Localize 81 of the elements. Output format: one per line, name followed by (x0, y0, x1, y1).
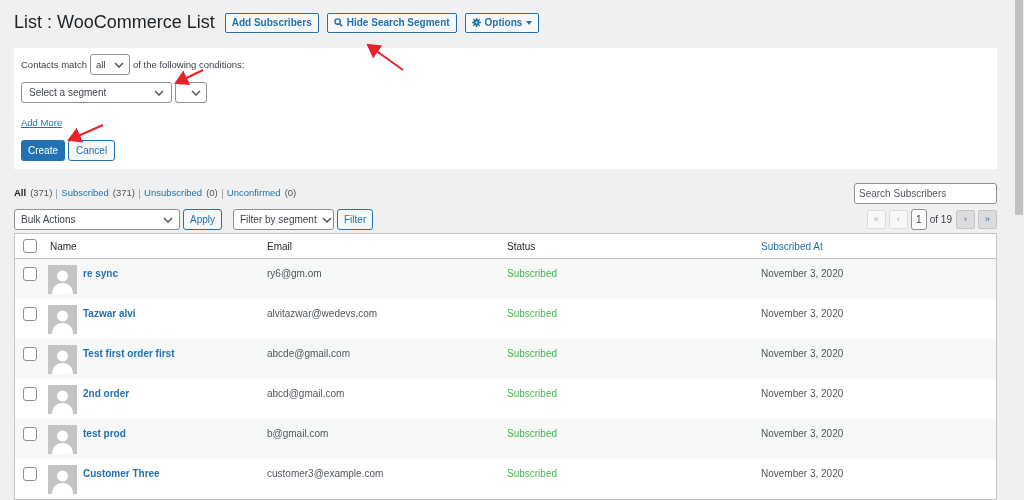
column-header: Status (507, 240, 536, 252)
segment-select[interactable]: Select a segment (21, 82, 172, 104)
apply-button[interactable]: Apply (183, 209, 222, 230)
annotation-arrow (174, 69, 204, 85)
email-cell-text: alvitazwar@wedevs.com (267, 307, 378, 321)
chevron-icon (191, 89, 201, 96)
date-cell-text: November 3, 2020 (760, 267, 844, 281)
search-icon (333, 18, 343, 28)
cancel-button[interactable]: Cancel (68, 139, 116, 161)
page-number-field[interactable]: 1 (910, 209, 927, 230)
email-cell-text: ry6@gm.om (267, 267, 322, 281)
checkbox[interactable] (23, 467, 37, 481)
date-cell-text: November 3, 2020 (760, 387, 844, 401)
checkbox[interactable] (23, 239, 37, 253)
view-count: (371) (30, 186, 53, 201)
search-field[interactable]: Search Subscribers (854, 183, 997, 204)
header-button[interactable]: Add Subscribers (224, 12, 319, 33)
gear-icon (471, 18, 481, 28)
email-cell-text: abcde@gmail.com (267, 347, 350, 361)
view-count: (371) (112, 186, 136, 201)
filter-button[interactable]: Filter (337, 209, 374, 230)
view-count: (0) (284, 186, 297, 201)
subscriber-name-link[interactable]: Customer Three (83, 466, 160, 481)
view-filter-link[interactable]: Unconfirmed (226, 186, 281, 201)
chevron-icon (163, 216, 173, 223)
column-header: Name (50, 239, 77, 254)
column-header[interactable]: Subscribed At (761, 240, 823, 252)
annotation-arrow (366, 43, 404, 71)
create-button[interactable]: Create (21, 139, 65, 161)
avatar-icon (48, 425, 77, 454)
status-cell-text: Subscribed (507, 427, 558, 441)
next-page-button[interactable]: › (956, 210, 975, 229)
avatar-icon (48, 265, 77, 294)
status-cell-text: Subscribed (507, 467, 558, 481)
view-count: (0) (206, 186, 218, 201)
subscriber-name-link[interactable]: re sync (83, 266, 119, 281)
bulk-actions-select[interactable]: Bulk Actions (14, 209, 180, 230)
annotation-arrow (67, 124, 104, 143)
conditions-label: of the following conditions: (133, 57, 245, 72)
caret-icon (526, 20, 533, 25)
view-filter-link[interactable]: Unsubscribed (144, 186, 203, 201)
checkbox[interactable] (23, 427, 37, 441)
view-filter-link[interactable]: All (14, 186, 27, 201)
last-page-button[interactable]: » (978, 210, 997, 229)
page-title: List : WooCommerce List (14, 11, 215, 35)
subscriber-name-link[interactable]: test prod (83, 426, 126, 441)
date-cell-text: November 3, 2020 (760, 307, 844, 321)
subscriber-name-link[interactable]: Test first order first (83, 346, 175, 361)
chevron-icon (114, 61, 124, 68)
chevron-icon (321, 216, 332, 223)
segment-filter-select[interactable]: Filter by segment (233, 209, 334, 230)
add-more-link[interactable]: Add More (21, 116, 63, 131)
match-select[interactable]: all (90, 54, 130, 76)
view-filter-link[interactable]: Subscribed (61, 186, 109, 201)
checkbox[interactable] (23, 267, 37, 281)
date-cell-text: November 3, 2020 (760, 427, 844, 441)
status-cell-text: Subscribed (507, 307, 558, 321)
date-cell-text: November 3, 2020 (760, 467, 844, 481)
avatar-icon (48, 345, 77, 374)
checkbox[interactable] (23, 307, 37, 321)
match-label: Contacts match (21, 57, 87, 72)
condition-select[interactable] (175, 82, 207, 104)
email-cell-text: b@gmail.com (267, 427, 329, 441)
page-count: of 19 (929, 213, 952, 227)
header-button[interactable]: Hide Search Segment (326, 12, 457, 33)
checkbox[interactable] (23, 347, 37, 361)
status-cell-text: Subscribed (507, 267, 558, 281)
subscriber-name-link[interactable]: 2nd order (83, 386, 130, 401)
status-cell-text: Subscribed (507, 387, 558, 401)
date-cell-text: November 3, 2020 (760, 347, 844, 361)
column-header: Email (267, 240, 292, 252)
chevron-icon (154, 89, 164, 96)
options-dropdown-button[interactable]: Options (464, 12, 540, 33)
subscriber-name-link[interactable]: Tazwar alvi (83, 306, 136, 321)
avatar-icon (48, 305, 77, 334)
avatar-icon (48, 385, 77, 414)
avatar-icon (48, 465, 77, 494)
status-cell-text: Subscribed (507, 347, 558, 361)
email-cell-text: abcd@gmail.com (267, 387, 345, 401)
email-cell-text: customer3@example.com (267, 467, 384, 481)
checkbox[interactable] (23, 387, 37, 401)
